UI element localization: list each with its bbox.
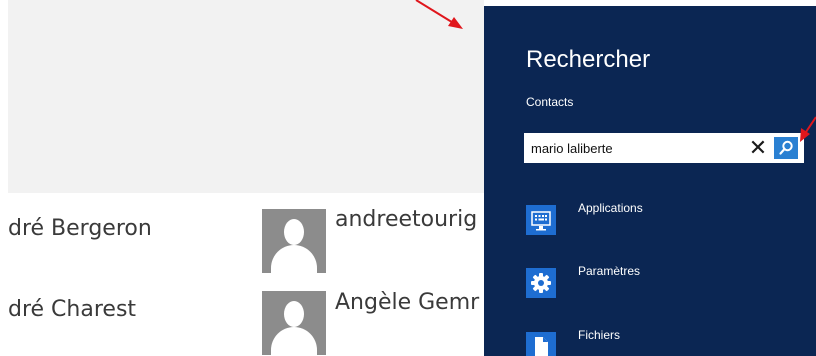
contact-name[interactable]: dré Bergeron [8, 216, 152, 241]
search-result-fichiers[interactable]: Fichiers [526, 328, 796, 356]
avatar[interactable] [262, 291, 326, 355]
result-icon-tile [526, 268, 556, 298]
search-input[interactable] [525, 134, 737, 162]
avatar-head [284, 301, 304, 327]
result-label: Applications [578, 201, 643, 215]
avatar[interactable] [262, 209, 326, 273]
avatar-body [271, 327, 317, 355]
gear-icon [531, 273, 551, 293]
search-box: ✕ [524, 133, 804, 163]
search-result-applications[interactable]: Applications [526, 201, 796, 237]
contact-name[interactable]: Angèle Gemr [335, 290, 479, 315]
keyboard-monitor-icon [531, 211, 551, 231]
result-icon-tile [526, 332, 556, 356]
contact-name[interactable]: dré Charest [8, 297, 136, 322]
close-icon: ✕ [748, 135, 768, 160]
result-label: Paramètres [578, 264, 641, 278]
result-label: Fichiers [578, 328, 621, 342]
result-icon-tile [526, 205, 556, 235]
avatar-head [284, 219, 304, 245]
search-result-parametres[interactable]: Paramètres [526, 264, 796, 300]
clear-search-button[interactable]: ✕ [746, 136, 770, 160]
contact-name[interactable]: andreetourig [335, 207, 477, 232]
search-title: Rechercher [526, 46, 651, 73]
search-scope[interactable]: Contacts [526, 95, 573, 109]
document-icon [535, 337, 548, 356]
search-icon [779, 140, 793, 155]
avatar-body [271, 245, 317, 273]
header-band [8, 0, 484, 193]
contacts-list: dré Bergeron dré Charest andreetourig An… [0, 0, 484, 356]
search-button[interactable] [774, 137, 798, 159]
search-charm: Rechercher Contacts ✕ [484, 6, 816, 356]
